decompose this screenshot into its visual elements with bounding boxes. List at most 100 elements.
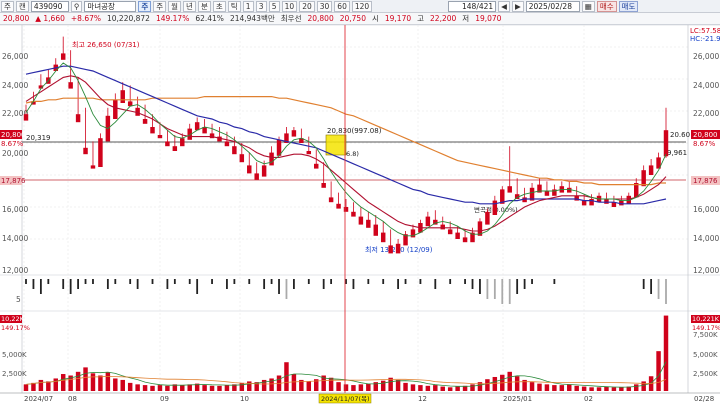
- date-input[interactable]: 2025/02/28: [525, 0, 580, 12]
- candle-body: [455, 232, 460, 239]
- candle-body: [388, 245, 393, 254]
- high-price: 22,200: [430, 14, 457, 23]
- volume-bar: [90, 373, 96, 391]
- candle-body: [440, 224, 445, 230]
- period-week-button[interactable]: 주: [153, 0, 167, 12]
- volume-bar: [529, 382, 535, 391]
- left-price-tag: 20,800: [1, 131, 26, 139]
- minute-5-button[interactable]: 5: [268, 0, 280, 12]
- candle-body: [366, 219, 371, 228]
- volume-bar: [440, 386, 445, 391]
- data-count-field[interactable]: 148/421: [448, 0, 497, 12]
- osc-bar: [501, 279, 504, 304]
- osc-bar: [419, 279, 422, 284]
- minute-20-button[interactable]: 20: [299, 0, 315, 12]
- candle-body: [358, 216, 364, 225]
- volume-bar: [165, 385, 170, 391]
- stock-chart-svg[interactable]: 26,000 24,000 22,000 20,000 16,000 14,00…: [0, 25, 720, 404]
- period-day-button[interactable]: 주: [138, 0, 152, 12]
- volume-bar: [358, 384, 364, 391]
- sell-button[interactable]: 매도: [618, 0, 639, 12]
- volume-bar: [380, 380, 386, 391]
- candle-body: [328, 197, 334, 203]
- vol-right-tag: 10,221K: [692, 315, 720, 323]
- period-month-button[interactable]: 월: [168, 0, 182, 12]
- open-label: 시: [371, 14, 379, 23]
- volume-bar: [552, 385, 557, 391]
- toolbar-button-2[interactable]: 캔: [15, 0, 29, 12]
- osc-bar: [84, 279, 87, 284]
- volume-bar: [247, 381, 252, 391]
- volume-bar: [366, 383, 371, 391]
- search-icon[interactable]: ⚲: [70, 0, 83, 12]
- period-minute-button[interactable]: 분: [197, 0, 211, 12]
- right-label-b: 9,961: [667, 149, 687, 157]
- osc-bar: [531, 279, 533, 284]
- volume-bar: [574, 385, 579, 391]
- quote-bar: 20,800 ▲ 1,660 +8.67% 10,220,872 149.17%…: [0, 13, 720, 25]
- step-back-icon[interactable]: ◀: [498, 0, 510, 12]
- period-year-button[interactable]: 년: [183, 0, 196, 12]
- candle-body: [120, 90, 125, 103]
- volume-ratio: 149.17%: [155, 14, 190, 23]
- osc-bar: [166, 279, 169, 289]
- volume-bar: [209, 385, 215, 391]
- volume-bar: [127, 382, 133, 391]
- osc-bar: [330, 279, 333, 284]
- osc-bar: [449, 279, 452, 284]
- osc-bar: [114, 279, 117, 284]
- osc-bar: [523, 279, 526, 289]
- stock-name-field[interactable]: 마녀공장: [84, 0, 137, 12]
- osc-bar: [248, 279, 251, 284]
- candle-body: [485, 211, 490, 225]
- left-line-tag: 17,876: [1, 177, 26, 185]
- minute-3-button[interactable]: 3: [255, 0, 267, 12]
- price-change-pct: +8.67%: [70, 14, 101, 23]
- volume-bar: [589, 387, 594, 391]
- candle-body: [254, 173, 259, 180]
- volume-bar: [306, 381, 312, 391]
- volume-bar: [135, 384, 140, 391]
- osc-bar: [471, 279, 474, 289]
- calendar-icon[interactable]: ▦: [581, 0, 595, 12]
- highlight-box: [325, 134, 347, 156]
- y-tick-14000: 14,000: [2, 234, 28, 243]
- candle-body: [60, 53, 66, 60]
- toolbar-button-1[interactable]: 주: [1, 0, 14, 12]
- volume-bar: [343, 384, 349, 391]
- price-panel-labels: 26,000 24,000 22,000 20,000 16,000 14,00…: [2, 27, 720, 275]
- minute-30-button[interactable]: 30: [316, 0, 333, 12]
- chart-area[interactable]: 26,000 24,000 22,000 20,000 16,000 14,00…: [0, 25, 720, 404]
- volume-bar: [485, 379, 490, 391]
- y-tick-26000: 26,000: [2, 52, 28, 61]
- volume-bar: [514, 376, 520, 391]
- period-second-button[interactable]: 초: [212, 0, 226, 12]
- minute-10-button[interactable]: 10: [281, 0, 298, 12]
- volume-bar: [239, 382, 245, 391]
- y-tick-right-16000: 16,000: [693, 205, 719, 214]
- buy-button[interactable]: 매수: [596, 0, 617, 12]
- osc-bar: [553, 279, 556, 284]
- candle-body: [641, 170, 646, 187]
- y-tick-right-14000: 14,000: [693, 234, 719, 243]
- stock-code-input[interactable]: 439090: [30, 0, 69, 12]
- candle-body: [23, 114, 29, 121]
- minute-120-button[interactable]: 120: [351, 0, 373, 12]
- osc-bar: [25, 279, 27, 284]
- candle-body: [447, 229, 453, 235]
- chart-toolbar: 주 캔 439090 ⚲ 마녀공장 주 주 월 년 분 초 틱 1 3 5 10…: [0, 0, 720, 13]
- volume-bar: [619, 387, 624, 391]
- period-tick-button[interactable]: 틱: [227, 0, 241, 12]
- osc-bar: [293, 279, 295, 289]
- step-forward-icon[interactable]: ▶: [511, 0, 524, 12]
- minute-60-button[interactable]: 60: [334, 0, 350, 12]
- volume-bar: [544, 384, 550, 391]
- volume-bar: [105, 372, 111, 391]
- minute-1-button[interactable]: 1: [242, 0, 254, 12]
- osc-bar: [129, 279, 132, 284]
- volume-bar: [559, 385, 565, 391]
- candle-body: [306, 151, 312, 155]
- osc-bar: [211, 279, 213, 284]
- volume-bar: [217, 385, 222, 391]
- volume-bar: [656, 351, 661, 391]
